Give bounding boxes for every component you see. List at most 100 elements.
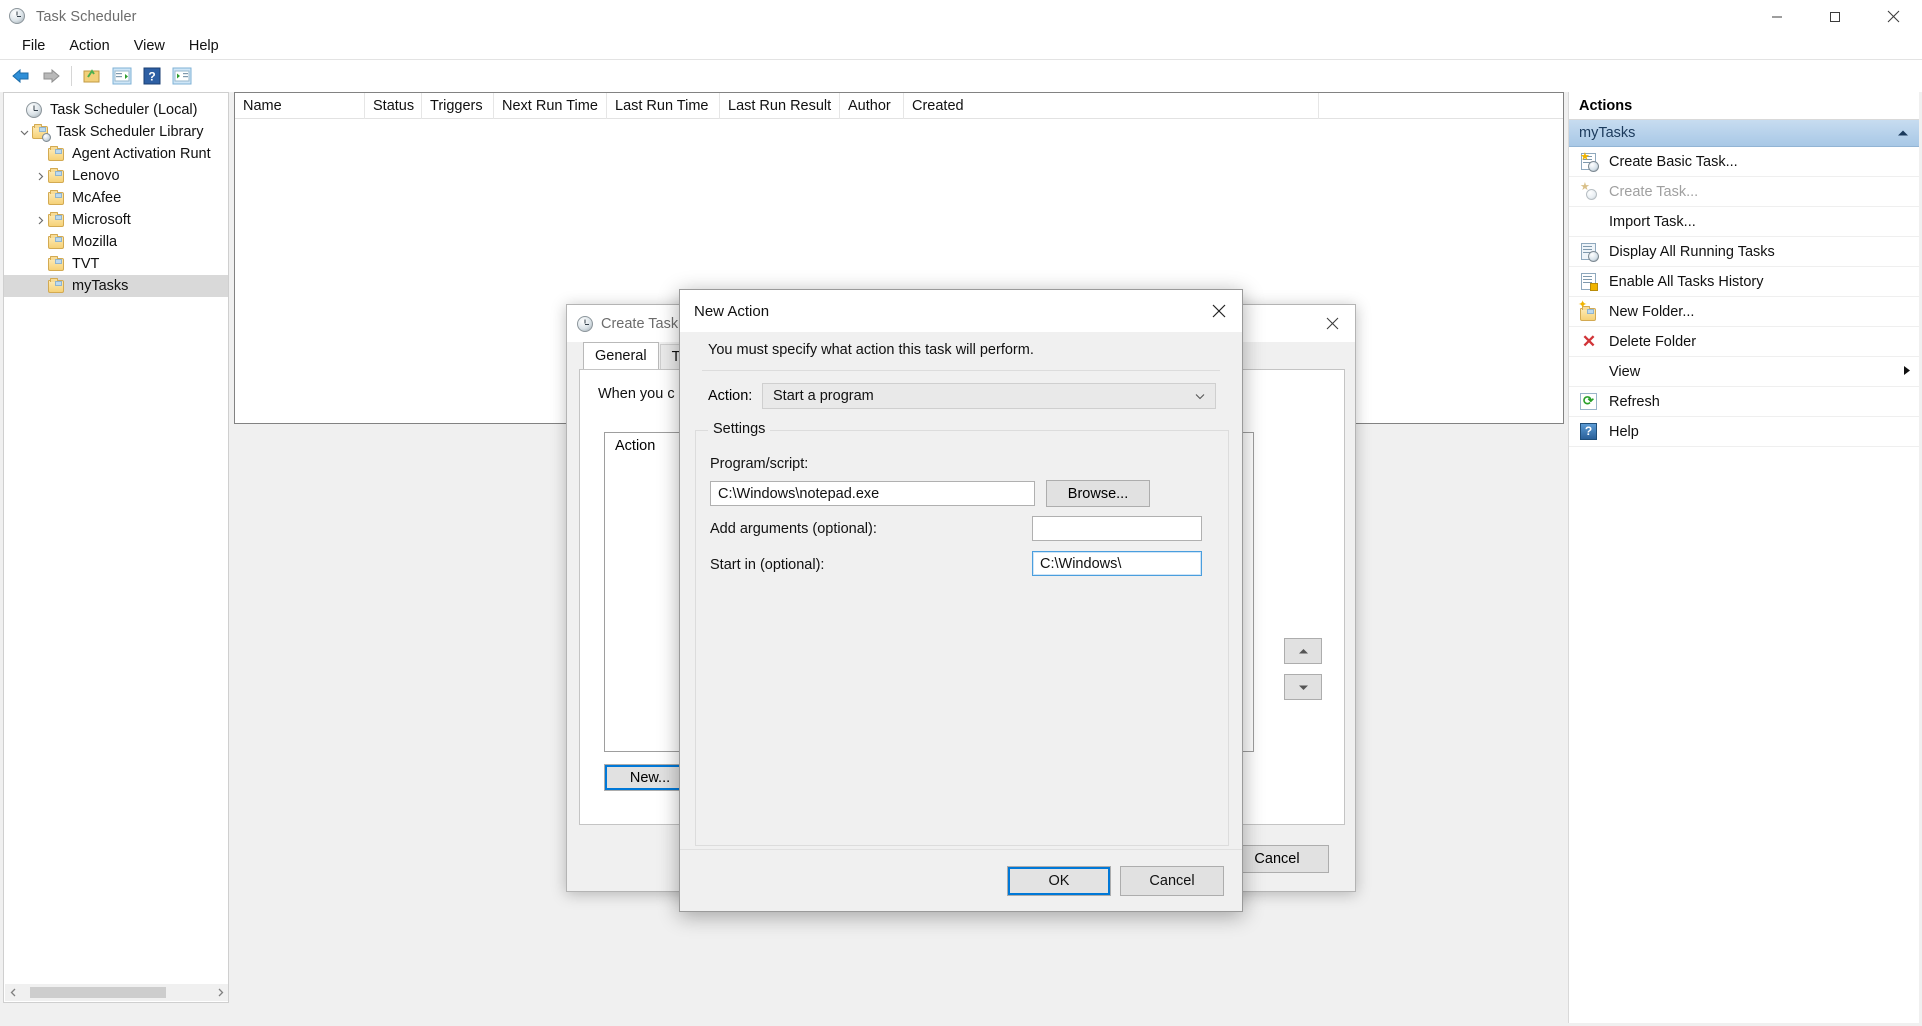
settings-legend: Settings [708, 421, 771, 437]
action-new-folder[interactable]: ✦ New Folder... [1569, 297, 1919, 327]
action-delete-folder[interactable]: ✕ Delete Folder [1569, 327, 1919, 357]
no-icon [1579, 212, 1599, 232]
action-type-dropdown[interactable]: Start a program [762, 383, 1216, 409]
action-refresh[interactable]: ⟳ Refresh [1569, 387, 1919, 417]
scroll-right-arrow-icon[interactable] [212, 984, 228, 1001]
library-folder-icon [32, 123, 51, 142]
tree-item-label: Lenovo [72, 168, 120, 184]
action-label: Create Task... [1609, 183, 1699, 200]
cancel-button[interactable]: Cancel [1120, 866, 1224, 896]
program-script-input[interactable]: C:\Windows\notepad.exe [710, 481, 1035, 506]
column-header-status[interactable]: Status [365, 93, 422, 119]
new-action-close-button[interactable] [1196, 290, 1242, 332]
no-icon [1579, 362, 1599, 382]
tree-item-task-scheduler-library[interactable]: Task Scheduler Library [4, 121, 228, 143]
chevron-right-icon[interactable] [32, 209, 48, 231]
add-arguments-input[interactable] [1032, 516, 1202, 541]
chevron-right-icon[interactable] [32, 165, 48, 187]
action-enable-all-tasks-history[interactable]: Enable All Tasks History [1569, 267, 1919, 297]
tree-item-mozilla[interactable]: Mozilla [4, 231, 228, 253]
new-action-title-bar: New Action [680, 290, 1242, 332]
action-type-value: Start a program [773, 388, 874, 404]
scroll-left-arrow-icon[interactable] [5, 984, 22, 1001]
column-header-author[interactable]: Author [840, 93, 904, 119]
console-tree: Task Scheduler (Local) Task Scheduler Li… [4, 93, 228, 297]
browse-button[interactable]: Browse... [1046, 480, 1150, 507]
minimize-button[interactable] [1748, 0, 1806, 33]
scrollbar-thumb[interactable] [30, 987, 166, 998]
tree-item-mytasks[interactable]: myTasks [4, 275, 228, 297]
folder-tree-icon[interactable] [77, 63, 107, 89]
column-header-triggers[interactable]: Triggers [422, 93, 494, 119]
action-label: Delete Folder [1609, 333, 1697, 350]
chevron-down-icon[interactable] [16, 121, 32, 143]
menu-bar: File Action View Help [0, 33, 1922, 60]
action-create-task[interactable]: ★ Create Task... [1569, 177, 1919, 207]
tree-item-label: Microsoft [72, 212, 131, 228]
action-view[interactable]: View [1569, 357, 1919, 387]
chevron-down-icon[interactable] [1195, 388, 1205, 404]
close-button[interactable] [1864, 0, 1922, 33]
tree-item-mcafee[interactable]: McAfee [4, 187, 228, 209]
tab-general[interactable]: General [583, 342, 659, 369]
menu-action[interactable]: Action [57, 35, 121, 57]
running-tasks-icon [1579, 242, 1599, 262]
maximize-button[interactable] [1806, 0, 1864, 33]
action-help[interactable]: ? Help [1569, 417, 1919, 447]
action-label: Display All Running Tasks [1609, 243, 1775, 260]
column-header-name[interactable]: Name [235, 93, 365, 119]
app-clock-icon [9, 7, 27, 26]
scrollbar-track[interactable] [22, 984, 212, 1001]
tree-item-microsoft[interactable]: Microsoft [4, 209, 228, 231]
column-header-last-run-result[interactable]: Last Run Result [720, 93, 840, 119]
console-tree-pane: Task Scheduler (Local) Task Scheduler Li… [3, 92, 229, 1003]
action-display-all-running-tasks[interactable]: Display All Running Tasks [1569, 237, 1919, 267]
tree-item-label: McAfee [72, 190, 122, 206]
action-type-label: Action: [708, 388, 753, 404]
folder-icon [48, 255, 66, 273]
menu-view[interactable]: View [122, 35, 177, 57]
folder-icon [48, 233, 66, 251]
column-header-created[interactable]: Created [904, 93, 1319, 119]
column-header-next-run-time[interactable]: Next Run Time [494, 93, 607, 119]
column-header-last-run-time[interactable]: Last Run Time [607, 93, 720, 119]
menu-file[interactable]: File [10, 35, 57, 57]
question-mark-icon[interactable]: ? [137, 63, 167, 89]
properties-icon[interactable] [107, 63, 137, 89]
tree-horizontal-scrollbar[interactable] [5, 984, 228, 1001]
tree-item-label: myTasks [72, 278, 129, 294]
toolbar: ? [0, 60, 1922, 92]
tree-item-task-scheduler-local[interactable]: Task Scheduler (Local) [4, 99, 228, 121]
new-action-dialog: New Action You must specify what action … [679, 289, 1243, 912]
submenu-arrow-icon [1903, 364, 1911, 380]
tree-item-lenovo[interactable]: Lenovo [4, 165, 228, 187]
action-label: Refresh [1609, 393, 1660, 410]
chevron-up-icon[interactable] [1897, 125, 1909, 141]
move-down-button[interactable] [1284, 674, 1322, 700]
folder-icon [48, 145, 66, 163]
move-up-button[interactable] [1284, 638, 1322, 664]
twisty-placeholder [10, 99, 26, 121]
tree-item-agent-activation-runtime[interactable]: Agent Activation Runt [4, 143, 228, 165]
action-create-basic-task[interactable]: ★ Create Basic Task... [1569, 147, 1919, 177]
help-icon: ? [1579, 422, 1599, 442]
create-task-close-button[interactable] [1309, 305, 1355, 342]
action-pane-icon[interactable] [167, 63, 197, 89]
action-type-row: Action: Start a program [708, 383, 1242, 409]
actions-group-header[interactable]: myTasks [1569, 120, 1919, 147]
action-label: Help [1609, 423, 1639, 440]
create-task-icon: ★ [1579, 181, 1599, 202]
action-label: Import Task... [1609, 213, 1696, 230]
start-in-input[interactable]: C:\Windows\ [1032, 551, 1202, 576]
add-arguments-label: Add arguments (optional): [710, 521, 877, 537]
forward-button[interactable] [36, 63, 66, 89]
folder-icon [48, 167, 66, 185]
clock-icon [577, 315, 593, 332]
task-scheduler-window: Task Scheduler File Action View Help ? T… [0, 0, 1922, 1026]
menu-help[interactable]: Help [177, 35, 231, 57]
action-import-task[interactable]: Import Task... [1569, 207, 1919, 237]
ok-button[interactable]: OK [1007, 866, 1111, 896]
back-button[interactable] [6, 63, 36, 89]
tree-item-tvt[interactable]: TVT [4, 253, 228, 275]
task-list-header: Name Status Triggers Next Run Time Last … [235, 93, 1563, 119]
